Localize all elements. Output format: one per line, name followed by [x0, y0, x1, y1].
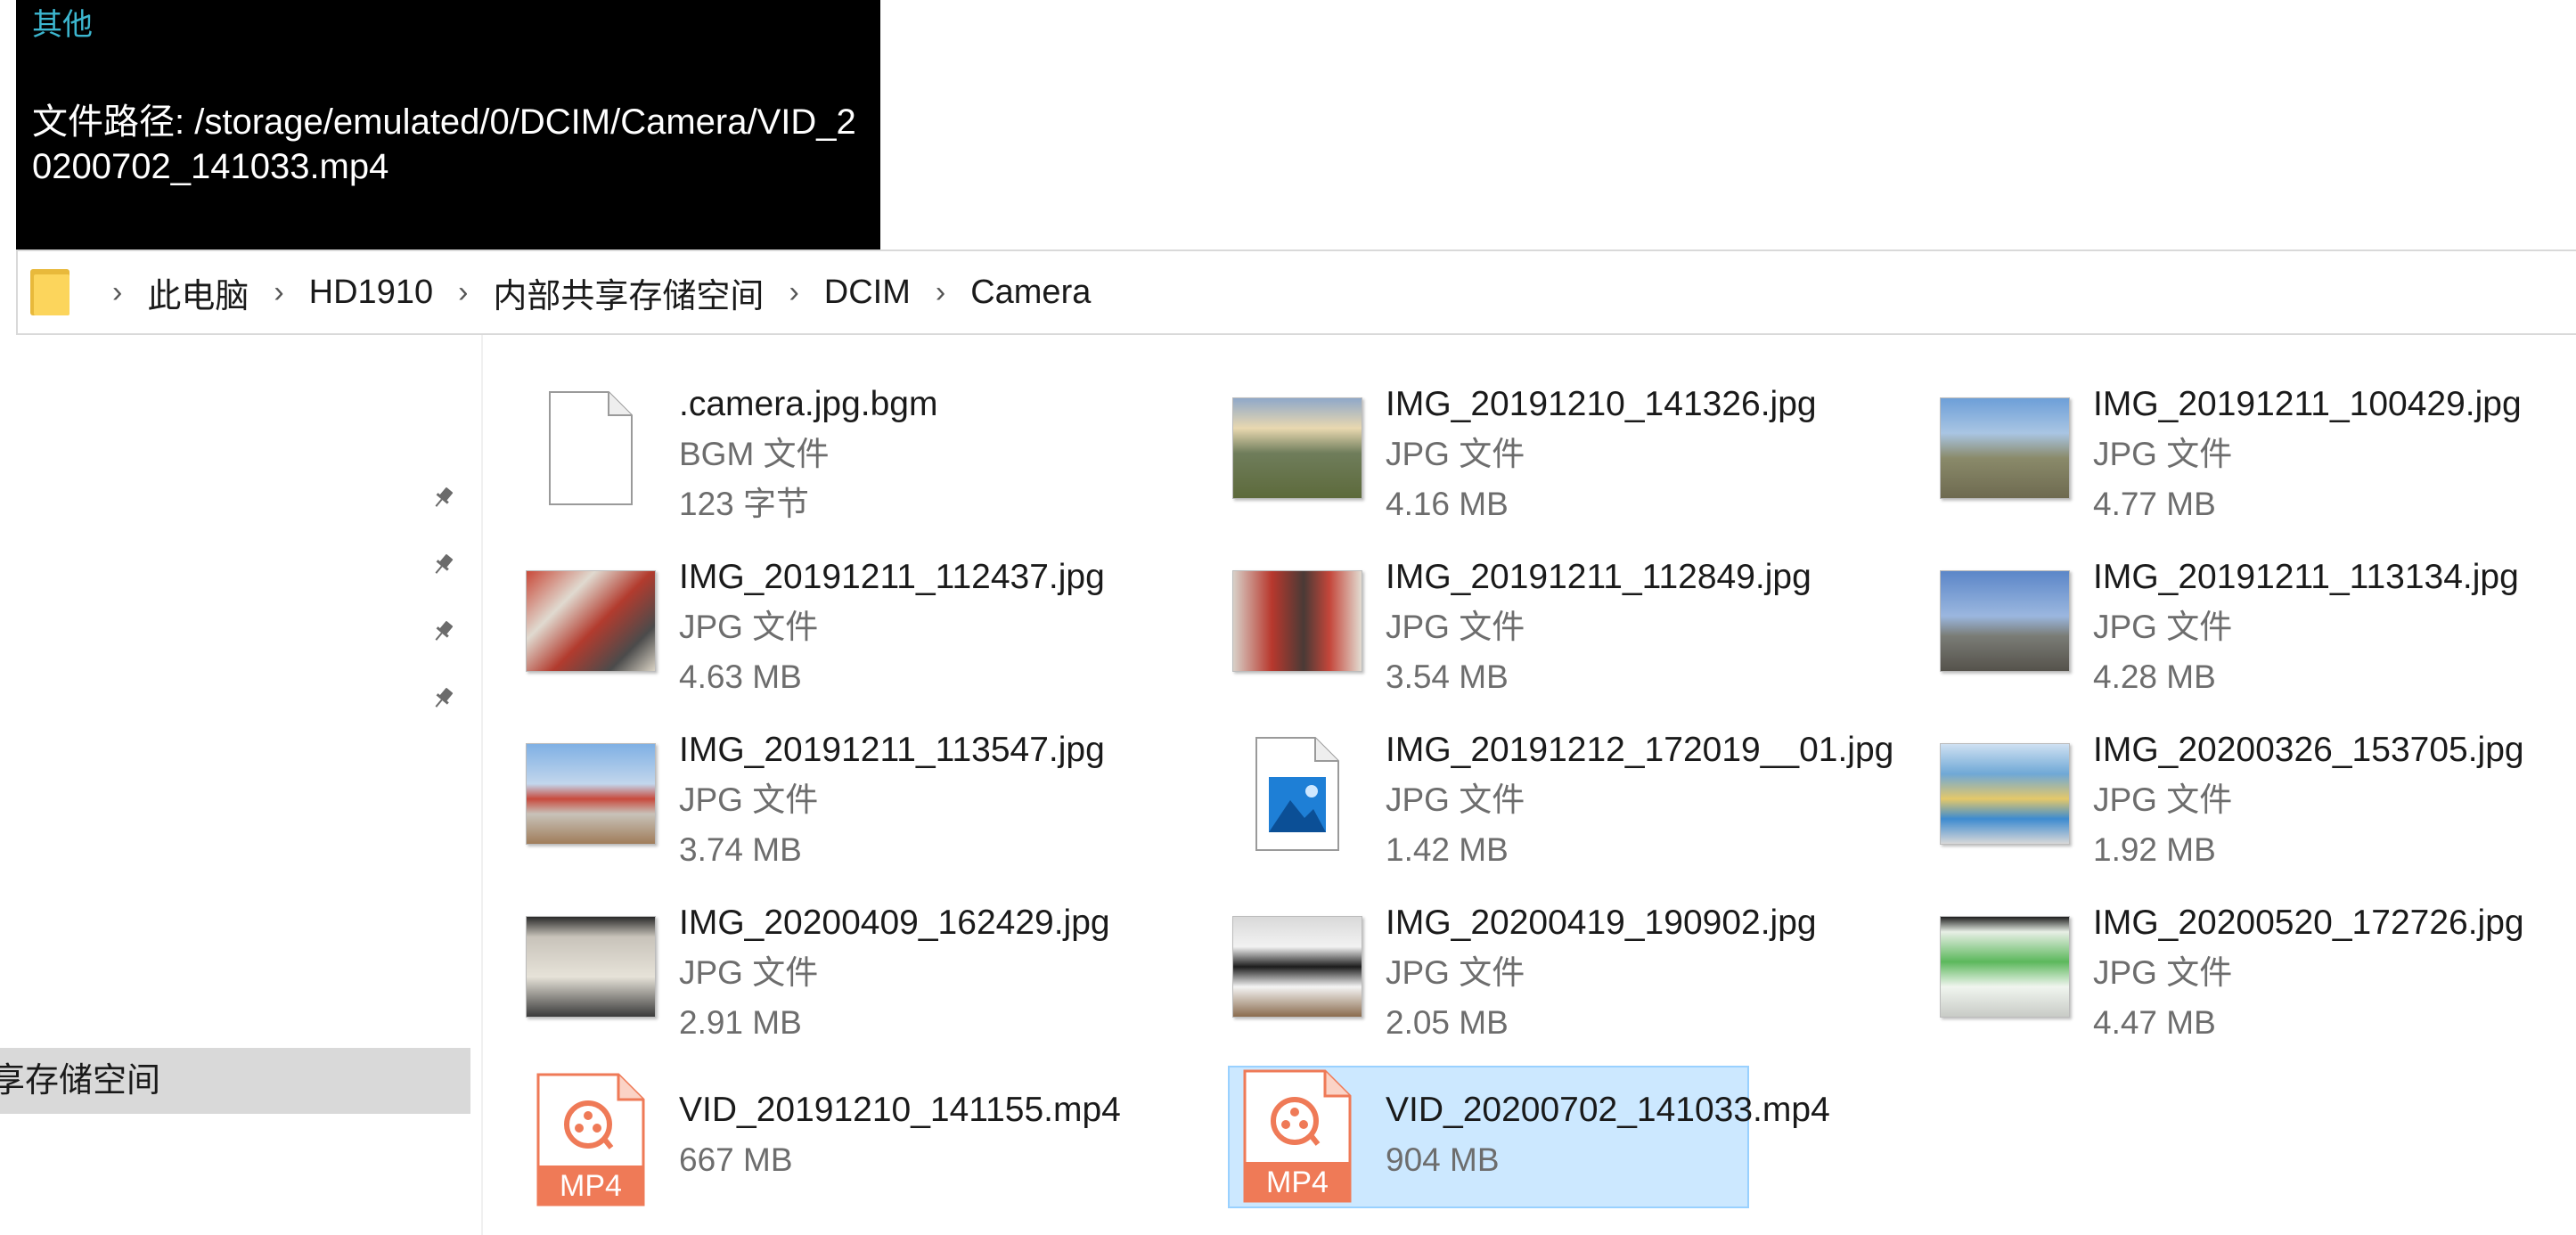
pin-icon[interactable] [429, 485, 456, 511]
photo-thumbnail [1232, 383, 1362, 513]
generic-file-icon [526, 383, 656, 513]
image-file-icon [1232, 729, 1362, 859]
mp4-file-icon: MP4 [526, 1073, 656, 1206]
breadcrumb-chevron-icon[interactable]: › [112, 275, 122, 310]
file-size: 667 MB [679, 1141, 793, 1178]
photo-thumbnail [526, 556, 656, 686]
file-size: 904 MB [1386, 1141, 1500, 1178]
file-size: 1.92 MB [2093, 831, 2216, 868]
photo-thumbnail [1940, 729, 2070, 859]
file-item[interactable]: IMG_20191210_141326.jpg JPG 文件 4.16 MB [1188, 362, 1883, 522]
tooltip-title: 其他 [32, 8, 93, 42]
file-item[interactable]: IMG_20191211_100429.jpg JPG 文件 4.77 MB [1895, 362, 2576, 522]
file-item[interactable]: IMG_20191211_112437.jpg JPG 文件 4.63 MB [481, 535, 1176, 695]
pin-icon[interactable] [429, 618, 456, 645]
file-name: IMG_20191211_113547.jpg [679, 731, 1105, 769]
breadcrumb-item-this-pc[interactable]: 此电脑 [147, 268, 249, 317]
file-item[interactable]: IMG_20191211_113134.jpg JPG 文件 4.28 MB [1895, 535, 2576, 695]
photo-thumbnail [1232, 902, 1362, 1032]
file-type: JPG 文件 [679, 609, 819, 645]
file-item-selected[interactable]: MP4 VID_20200702_141033.mp4 904 MB [1228, 1066, 1830, 1208]
file-name: VID_20200702_141033.mp4 [1386, 1091, 1830, 1129]
file-size: 4.28 MB [2093, 658, 2216, 695]
file-name: IMG_20200419_190902.jpg [1386, 904, 1817, 942]
file-type: JPG 文件 [2093, 954, 2233, 991]
breadcrumb-item-dcim[interactable]: DCIM [824, 274, 911, 312]
photo-thumbnail [526, 902, 656, 1032]
file-item[interactable]: MP4 VID_20191210_141155.mp4 667 MB [481, 1062, 1176, 1210]
file-type: JPG 文件 [1386, 609, 1525, 645]
breadcrumb-item-internal-storage[interactable]: 内部共享存储空间 [493, 268, 764, 317]
breadcrumb-chevron-icon[interactable]: › [274, 275, 283, 310]
file-item[interactable]: IMG_20200520_172726.jpg JPG 文件 4.47 MB [1895, 880, 2576, 1041]
file-item[interactable]: IMG_20191211_113547.jpg JPG 文件 3.74 MB [481, 707, 1176, 868]
file-type: JPG 文件 [2093, 781, 2233, 818]
pin-icon[interactable] [429, 685, 456, 712]
file-name: IMG_20191211_112437.jpg [679, 558, 1105, 596]
pin-icon[interactable] [429, 552, 456, 578]
file-type: JPG 文件 [2093, 436, 2233, 472]
tooltip-file-path: 文件路径: /storage/emulated/0/DCIM/Camera/VI… [32, 102, 856, 186]
file-type: JPG 文件 [679, 954, 819, 991]
file-size: 1.42 MB [1386, 831, 1509, 868]
file-name: IMG_20191210_141326.jpg [1386, 385, 1817, 423]
nav-item-internal-storage[interactable]: 享存储空间 [0, 1048, 470, 1114]
file-name: IMG_20200520_172726.jpg [2093, 904, 2524, 942]
file-name: IMG_20200326_153705.jpg [2093, 731, 2524, 769]
file-name: IMG_20191211_100429.jpg [2093, 385, 2522, 423]
file-size: 3.74 MB [679, 831, 802, 868]
file-type: BGM 文件 [679, 436, 830, 472]
file-item[interactable]: IMG_20200326_153705.jpg JPG 文件 1.92 MB [1895, 707, 2576, 868]
file-tooltip: 其他 文件路径: /storage/emulated/0/DCIM/Camera… [16, 0, 880, 249]
file-size: 2.05 MB [1386, 1004, 1509, 1041]
file-item[interactable]: IMG_20200409_162429.jpg JPG 文件 2.91 MB [481, 880, 1176, 1041]
file-list: .camera.jpg.bgm BGM 文件 123 字节 IMG_201912… [481, 335, 2576, 1235]
file-name: .camera.jpg.bgm [679, 385, 938, 423]
file-item[interactable]: .camera.jpg.bgm BGM 文件 123 字节 [481, 362, 1176, 522]
photo-thumbnail [1940, 902, 2070, 1032]
file-name: IMG_20191211_113134.jpg [2093, 558, 2519, 596]
file-item[interactable]: IMG_20191211_112849.jpg JPG 文件 3.54 MB [1188, 535, 1883, 695]
file-size: 4.47 MB [2093, 1004, 2216, 1041]
file-name: IMG_20191211_112849.jpg [1386, 558, 1811, 596]
file-size: 4.16 MB [1386, 486, 1509, 522]
file-type: JPG 文件 [1386, 436, 1525, 472]
file-item[interactable]: IMG_20200419_190902.jpg JPG 文件 2.05 MB [1188, 880, 1883, 1041]
breadcrumb-chevron-icon[interactable]: › [789, 275, 798, 310]
folder-icon [30, 269, 70, 315]
photo-thumbnail [1940, 383, 2070, 513]
file-size: 2.91 MB [679, 1004, 802, 1041]
photo-thumbnail [1232, 556, 1362, 686]
file-size: 4.63 MB [679, 658, 802, 695]
photo-thumbnail [526, 729, 656, 859]
file-size: 123 字节 [679, 486, 810, 522]
file-size: 4.77 MB [2093, 486, 2216, 522]
file-type: JPG 文件 [679, 781, 819, 818]
file-size: 3.54 MB [1386, 658, 1509, 695]
mp4-icon-label: MP4 [560, 1169, 622, 1203]
breadcrumb-item-camera[interactable]: Camera [970, 274, 1091, 312]
breadcrumb-item-device[interactable]: HD1910 [309, 274, 433, 312]
file-name: IMG_20191212_172019__01.jpg [1386, 731, 1894, 769]
photo-thumbnail [1940, 556, 2070, 686]
breadcrumb-chevron-icon[interactable]: › [936, 275, 945, 310]
file-type: JPG 文件 [1386, 954, 1525, 991]
file-type: JPG 文件 [2093, 609, 2233, 645]
file-item[interactable]: IMG_20191212_172019__01.jpg JPG 文件 1.42 … [1188, 707, 1893, 868]
address-bar[interactable]: › 此电脑 › HD1910 › 内部共享存储空间 › DCIM › Camer… [16, 249, 2576, 335]
file-name: VID_20191210_141155.mp4 [679, 1091, 1121, 1129]
breadcrumb-chevron-icon[interactable]: › [458, 275, 468, 310]
file-name: IMG_20200409_162429.jpg [679, 904, 1110, 942]
mp4-file-icon: MP4 [1232, 1069, 1362, 1203]
file-type: JPG 文件 [1386, 781, 1525, 818]
mp4-icon-label: MP4 [1266, 1165, 1329, 1199]
